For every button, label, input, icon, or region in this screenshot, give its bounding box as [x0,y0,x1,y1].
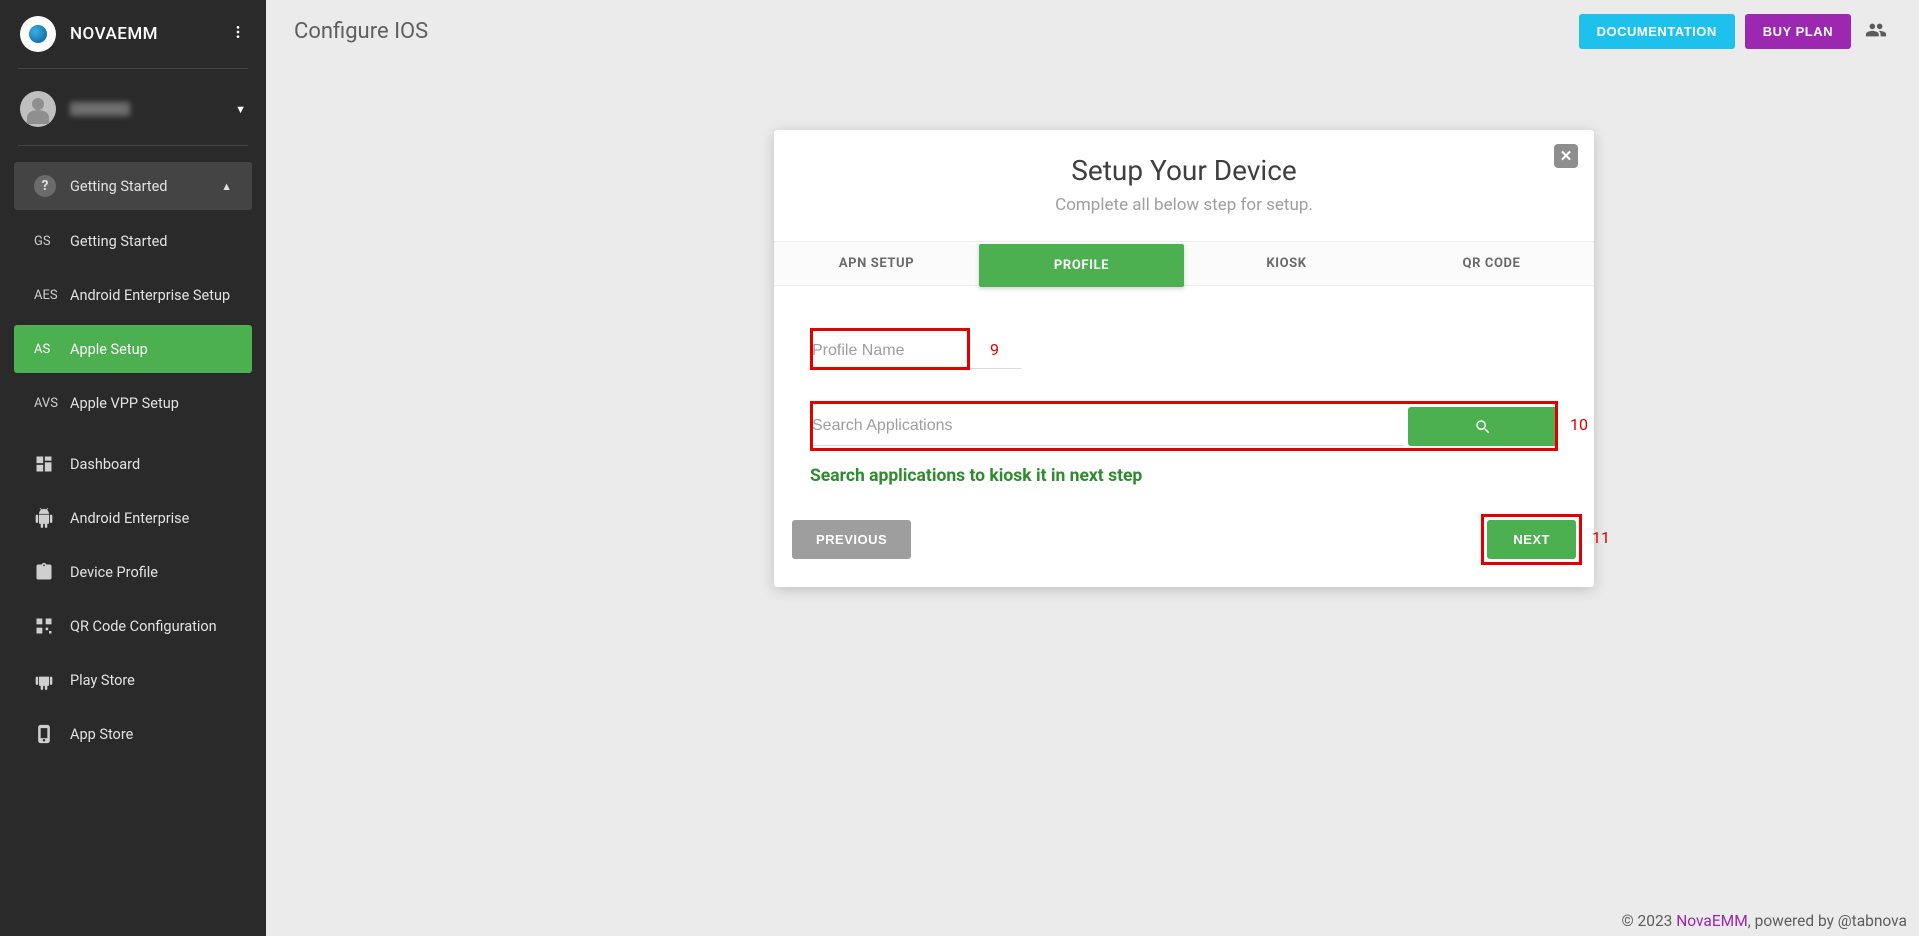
phone-icon [34,724,70,744]
clipboard-icon [34,562,70,582]
chevron-up-icon: ▲ [221,180,232,193]
sidebar-item-label: Android Enterprise Setup [70,287,230,304]
help-icon: ? [34,175,56,197]
card-subtitle: Complete all below step for setup. [774,195,1594,215]
sidebar-item-label: Getting Started [70,233,167,250]
sidebar-item-android-enterprise[interactable]: Android Enterprise [14,494,252,542]
sidebar-item-abbr: AVS [34,396,70,411]
tab-qr-code[interactable]: QR CODE [1389,242,1594,285]
annotation-label: 11 [1592,528,1610,547]
divider [18,68,248,69]
sidebar-item-qr-config[interactable]: QR Code Configuration [14,602,252,650]
tab-apn-setup[interactable]: APN SETUP [774,242,979,285]
avatar [20,91,56,127]
sidebar-item-label: Apple VPP Setup [70,395,179,412]
footer-brand-link[interactable]: NovaEMM [1676,912,1747,930]
documentation-button[interactable]: DOCUMENTATION [1579,14,1735,49]
buy-plan-button[interactable]: BUY PLAN [1745,14,1851,49]
page-title: Configure IOS [294,19,428,44]
footer-powered: , powered by @tabnova [1748,912,1907,930]
sidebar-item-label: Play Store [70,672,135,689]
brand-name: NOVAEMM [70,24,230,44]
android-icon [34,508,70,528]
sidebar-item-android-enterprise-setup[interactable]: AES Android Enterprise Setup [14,271,252,319]
dashboard-icon [34,454,70,474]
sidebar-item-apple-setup[interactable]: AS Apple Setup [14,325,252,373]
search-applications-input[interactable] [810,407,1404,446]
setup-card: ✕ Setup Your Device Complete all below s… [774,130,1594,587]
sidebar-item-label: Android Enterprise [70,510,189,527]
qr-icon [34,616,70,636]
sidebar-item-apple-vpp-setup[interactable]: AVS Apple VPP Setup [14,379,252,427]
card-title: Setup Your Device [774,130,1594,187]
sidebar-item-app-store[interactable]: App Store [14,710,252,758]
user-menu[interactable]: ▼ [0,81,266,145]
sidebar-item-label: QR Code Configuration [70,618,217,635]
chevron-down-icon: ▼ [235,103,246,116]
tab-kiosk[interactable]: KIOSK [1184,242,1389,285]
brand: NOVAEMM [0,0,266,68]
previous-button[interactable]: PREVIOUS [792,520,911,559]
sidebar-group-getting-started[interactable]: ? Getting Started ▲ [14,162,252,210]
android-icon [34,670,70,690]
footer-copyright: © 2023 [1622,912,1677,930]
kebab-menu-icon[interactable] [230,24,246,44]
sidebar-item-label: Device Profile [70,564,158,581]
sidebar-item-abbr: AES [34,288,70,303]
people-icon[interactable] [1861,15,1891,49]
sidebar-item-play-store[interactable]: Play Store [14,656,252,704]
user-name [70,102,130,116]
sidebar-item-label: Apple Setup [70,341,148,358]
sidebar: NOVAEMM ▼ ? Getting Started ▲ GS Getting… [0,0,266,936]
footer: © 2023 NovaEMM, powered by @tabnova [1622,912,1907,930]
sidebar-item-label: Dashboard [70,456,140,473]
search-hint: Search applications to kiosk it in next … [810,466,1558,486]
search-icon [1474,418,1492,436]
sidebar-item-dashboard[interactable]: Dashboard [14,440,252,488]
topbar: Configure IOS DOCUMENTATION BUY PLAN [266,0,1919,49]
annotation-label: 10 [1570,415,1588,434]
sidebar-item-abbr: AS [34,342,70,357]
annotation-label: 9 [990,340,999,359]
brand-logo [20,16,56,52]
tabs: APN SETUP PROFILE KIOSK QR CODE [774,241,1594,286]
sidebar-item-label: App Store [70,726,133,743]
sidebar-item-abbr: GS [34,234,70,249]
divider [18,145,248,146]
next-button[interactable]: NEXT [1487,520,1576,559]
sidebar-group-label: Getting Started [70,178,167,195]
sidebar-item-device-profile[interactable]: Device Profile [14,548,252,596]
main: Configure IOS DOCUMENTATION BUY PLAN ✕ S… [266,0,1919,936]
close-icon[interactable]: ✕ [1554,144,1578,168]
search-button[interactable] [1408,407,1558,446]
tab-profile[interactable]: PROFILE [979,244,1184,287]
sidebar-item-getting-started[interactable]: GS Getting Started [14,217,252,265]
